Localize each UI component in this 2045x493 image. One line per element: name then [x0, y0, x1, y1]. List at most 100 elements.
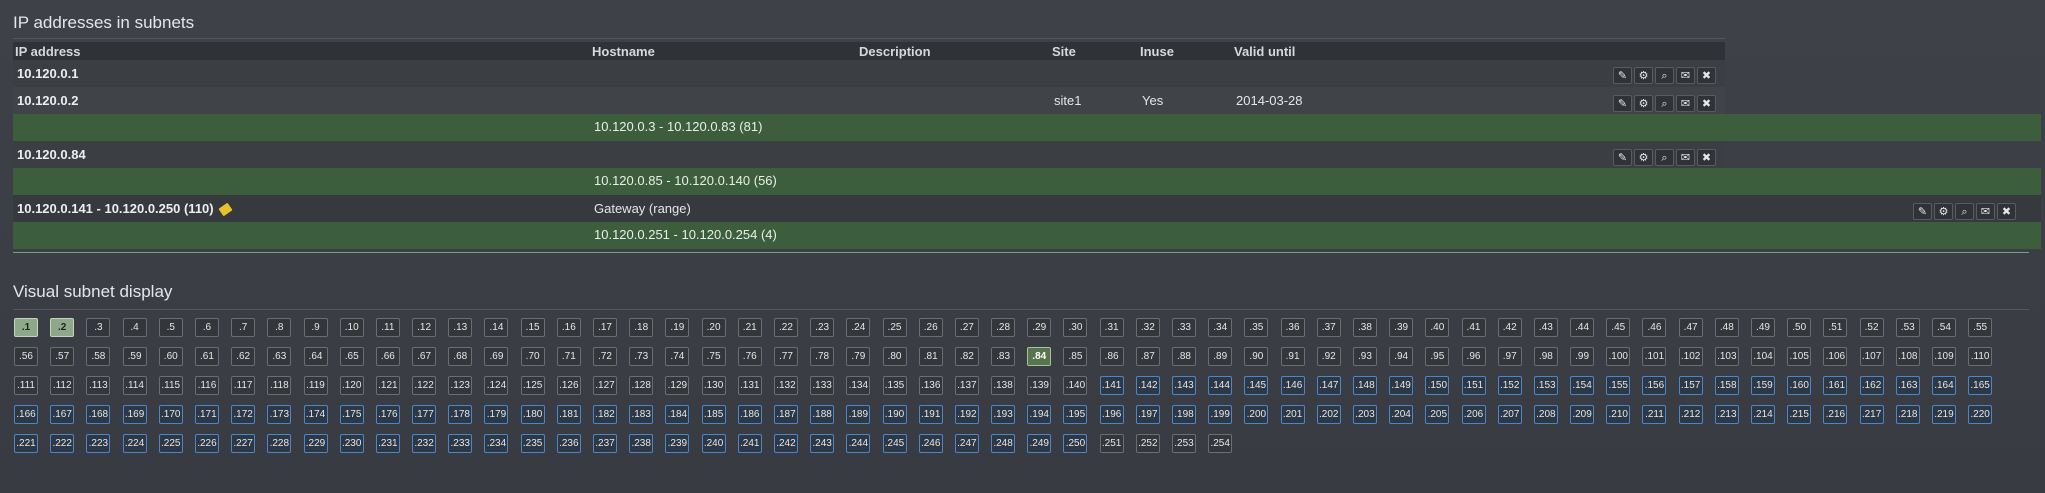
col-header-site[interactable]: Site: [1050, 42, 1138, 60]
subnet-cell[interactable]: .100: [1606, 347, 1631, 366]
subnet-cell[interactable]: .231: [375, 434, 400, 453]
subnet-cell[interactable]: .82: [954, 347, 979, 366]
subnet-cell[interactable]: .68: [448, 347, 473, 366]
subnet-cell[interactable]: .74: [665, 347, 690, 366]
subnet-cell[interactable]: .181: [556, 405, 581, 424]
subnet-cell[interactable]: .93: [1352, 347, 1377, 366]
subnet-cell[interactable]: .195: [1063, 405, 1088, 424]
subnet-cell[interactable]: .239: [665, 434, 690, 453]
subnet-cell[interactable]: .101: [1642, 347, 1667, 366]
subnet-cell[interactable]: .75: [701, 347, 726, 366]
subnet-cell[interactable]: .92: [1316, 347, 1341, 366]
subnet-cell[interactable]: .80: [882, 347, 907, 366]
subnet-cell[interactable]: .98: [1533, 347, 1558, 366]
subnet-cell[interactable]: .67: [412, 347, 437, 366]
subnet-cell[interactable]: .161: [1823, 376, 1848, 395]
subnet-cell[interactable]: .186: [737, 405, 762, 424]
subnet-cell[interactable]: .204: [1389, 405, 1414, 424]
subnet-cell[interactable]: .30: [1063, 318, 1088, 337]
subnet-cell[interactable]: .209: [1570, 405, 1595, 424]
subnet-cell[interactable]: .244: [846, 434, 871, 453]
subnet-cell[interactable]: .154: [1570, 376, 1595, 395]
subnet-cell[interactable]: .107: [1859, 347, 1884, 366]
subnet-cell[interactable]: .97: [1497, 347, 1522, 366]
subnet-cell[interactable]: .137: [954, 376, 979, 395]
subnet-cell[interactable]: .26: [918, 318, 943, 337]
subnet-cell[interactable]: .220: [1968, 405, 1993, 424]
subnet-cell[interactable]: .232: [412, 434, 437, 453]
subnet-cell[interactable]: .117: [231, 376, 256, 395]
subnet-cell[interactable]: .114: [122, 376, 147, 395]
subnet-cell[interactable]: .42: [1497, 318, 1522, 337]
subnet-cell[interactable]: .32: [1135, 318, 1160, 337]
subnet-cell[interactable]: .58: [86, 347, 111, 366]
ip-cell[interactable]: 10.120.0.2: [13, 87, 590, 114]
subnet-cell[interactable]: .105: [1787, 347, 1812, 366]
subnet-cell[interactable]: .9: [303, 318, 328, 337]
subnet-cell[interactable]: .111: [14, 376, 38, 395]
subnet-cell[interactable]: .252: [1135, 434, 1160, 453]
subnet-cell[interactable]: .140: [1063, 376, 1088, 395]
subnet-cell[interactable]: .152: [1497, 376, 1522, 395]
subnet-cell[interactable]: .102: [1678, 347, 1703, 366]
subnet-cell[interactable]: .86: [1099, 347, 1124, 366]
subnet-cell[interactable]: .134: [846, 376, 871, 395]
subnet-cell[interactable]: .197: [1135, 405, 1160, 424]
subnet-cell[interactable]: .157: [1678, 376, 1703, 395]
subnet-cell[interactable]: .202: [1316, 405, 1341, 424]
subnet-cell[interactable]: .205: [1425, 405, 1450, 424]
subnet-cell[interactable]: .96: [1461, 347, 1486, 366]
delete-button[interactable]: ✖: [1697, 67, 1716, 84]
search-button[interactable]: ⌕: [1655, 149, 1674, 166]
col-header-valid[interactable]: Valid until: [1232, 42, 1725, 60]
col-header-description[interactable]: Description: [857, 42, 1050, 60]
subnet-cell[interactable]: .99: [1570, 347, 1595, 366]
subnet-cell[interactable]: .44: [1570, 318, 1595, 337]
edit-button[interactable]: ✎: [1613, 95, 1632, 112]
subnet-cell[interactable]: .91: [1280, 347, 1305, 366]
subnet-cell[interactable]: .77: [773, 347, 798, 366]
subnet-cell[interactable]: .122: [412, 376, 437, 395]
subnet-cell[interactable]: .250: [1063, 434, 1088, 453]
subnet-cell[interactable]: .193: [991, 405, 1016, 424]
subnet-cell[interactable]: .192: [954, 405, 979, 424]
subnet-cell[interactable]: .172: [231, 405, 256, 424]
subnet-cell[interactable]: .120: [339, 376, 364, 395]
subnet-cell[interactable]: .141: [1099, 376, 1124, 395]
subnet-cell[interactable]: .223: [86, 434, 111, 453]
delete-button[interactable]: ✖: [1697, 95, 1716, 112]
subnet-cell[interactable]: .132: [773, 376, 798, 395]
settings-button[interactable]: ⚙: [1634, 67, 1653, 84]
subnet-cell[interactable]: .228: [267, 434, 292, 453]
subnet-cell[interactable]: .123: [448, 376, 473, 395]
subnet-cell[interactable]: .51: [1823, 318, 1848, 337]
subnet-cell[interactable]: .24: [846, 318, 871, 337]
subnet-cell[interactable]: .2: [50, 318, 75, 337]
subnet-cell[interactable]: .43: [1533, 318, 1558, 337]
subnet-cell[interactable]: .84: [1027, 347, 1052, 366]
subnet-cell[interactable]: .185: [701, 405, 726, 424]
subnet-cell[interactable]: .177: [412, 405, 437, 424]
subnet-cell[interactable]: .40: [1425, 318, 1450, 337]
subnet-cell[interactable]: .151: [1461, 376, 1486, 395]
subnet-cell[interactable]: .144: [1208, 376, 1233, 395]
subnet-cell[interactable]: .73: [629, 347, 654, 366]
subnet-cell[interactable]: .25: [882, 318, 907, 337]
subnet-cell[interactable]: .210: [1606, 405, 1631, 424]
subnet-cell[interactable]: .159: [1751, 376, 1775, 395]
subnet-cell[interactable]: .143: [1172, 376, 1196, 395]
subnet-cell[interactable]: .184: [665, 405, 690, 424]
subnet-cell[interactable]: .127: [593, 376, 617, 395]
subnet-cell[interactable]: .156: [1642, 376, 1667, 395]
free-range-label[interactable]: 10.120.0.85 - 10.120.0.140 (56): [590, 168, 2041, 195]
subnet-cell[interactable]: .213: [1714, 405, 1739, 424]
subnet-cell[interactable]: .254: [1208, 434, 1233, 453]
ip-range-cell[interactable]: 10.120.0.141 - 10.120.0.250 (110): [13, 195, 590, 222]
subnet-cell[interactable]: .149: [1389, 376, 1414, 395]
subnet-cell[interactable]: .31: [1099, 318, 1124, 337]
subnet-cell[interactable]: .242: [773, 434, 798, 453]
settings-button[interactable]: ⚙: [1934, 203, 1953, 220]
subnet-cell[interactable]: .23: [810, 318, 835, 337]
free-range-label[interactable]: 10.120.0.3 - 10.120.0.83 (81): [590, 114, 2041, 141]
subnet-cell[interactable]: .171: [194, 405, 219, 424]
